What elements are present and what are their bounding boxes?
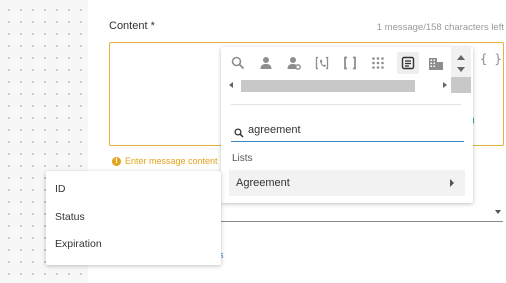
content-label-text: Content [109,20,148,32]
variable-braces-button[interactable]: { } [480,52,502,66]
divider [231,104,461,105]
person-gear-icon[interactable] [283,52,305,74]
exclamation-circle-icon: ! [112,156,121,166]
phone-bracket-icon[interactable] [311,52,333,74]
horizontal-scroll-thumb[interactable] [241,80,415,92]
person-icon[interactable] [255,52,277,74]
picker-search-input[interactable]: agreement [231,119,464,142]
scroll-right-icon[interactable] [443,82,447,88]
chevron-right-icon [450,179,454,187]
section-label-lists: Lists [232,153,253,164]
content-label: Content * [109,20,155,32]
search-icon[interactable] [227,52,249,74]
list-item-agreement[interactable]: Agreement [229,170,465,196]
char-count: 1 message/158 characters left [376,22,504,33]
warning-text: Enter message content [125,156,218,166]
search-value: agreement [248,124,301,136]
submenu-item-status[interactable]: Status [55,211,85,223]
scroll-up-icon[interactable] [457,55,465,60]
agreement-submenu: ID Status Expiration [46,171,221,265]
scroll-down-icon[interactable] [457,67,465,72]
toolbar-horizontal-scrollbar[interactable] [221,79,473,93]
validation-warning: ! Enter message content [112,156,218,166]
list-item-label: Agreement [236,177,290,189]
picker-toolbar [221,47,473,79]
submenu-item-id[interactable]: ID [55,183,66,195]
variable-picker: agreement Lists Agreement [221,47,473,203]
required-mark: * [150,20,155,32]
brackets-icon[interactable] [339,52,361,74]
search-icon [234,125,244,143]
document-list-icon[interactable] [397,52,419,74]
chevron-down-icon[interactable] [495,210,501,214]
select-field[interactable] [220,221,503,222]
grid-dots-icon[interactable] [367,52,389,74]
scroll-left-icon[interactable] [229,82,233,88]
building-icon[interactable] [425,52,447,74]
submenu-item-expiration[interactable]: Expiration [55,238,102,250]
